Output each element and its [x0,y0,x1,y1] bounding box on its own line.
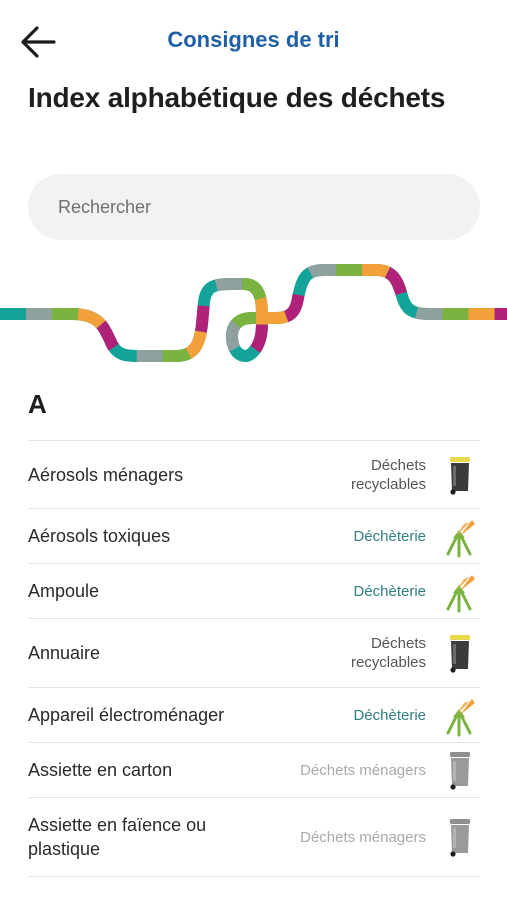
list-item[interactable]: Aérosols ménagers Déchets recyclables [28,441,480,509]
dechetterie-arrows-icon [446,575,475,613]
item-name: Appareil électroménager [28,705,225,725]
list-item[interactable]: Annuaire Déchets recyclables [28,619,480,688]
item-category-line: Déchèterie [353,706,426,724]
item-name: Ampoule [28,581,100,601]
item-category: Déchets recyclables [351,456,426,494]
list-item[interactable]: Ampoule Déchèterie [28,564,480,619]
item-category-line: Déchèterie [353,582,426,600]
item-category-line: recyclables [350,475,426,493]
section-letter: A [28,389,47,419]
search-input[interactable] [56,195,452,219]
item-name: Annuaire [28,643,101,663]
item-category: Déchets ménagers [300,761,426,780]
list-item[interactable]: Assiette en faïence ou plastique Déchets … [28,798,480,877]
item-category-line: recyclables [350,654,426,671]
page-title: Index alphabétique des déchets [28,82,446,113]
item-category: Déchets recyclables [351,634,426,672]
item-category: Déchèterie [353,706,426,725]
grey-bin-icon [450,819,470,857]
item-category-line: Déchets [370,635,426,652]
item-category-line: Déchets [370,456,426,474]
list-item[interactable]: Aérosols toxiques Déchèterie [28,509,480,564]
item-category: Déchets ménagers [300,828,426,847]
list-item[interactable]: Appareil électroménager Déchèterie [28,688,480,743]
item-category: Déchèterie [353,582,426,601]
item-category-line: Déchèterie [353,527,426,545]
yellow-lid-bin-icon [450,635,470,673]
dechetterie-arrows-icon [446,520,475,558]
decorative-wave [0,264,507,363]
grey-bin-icon [450,752,470,790]
top-bar: Consignes de tri [0,0,507,80]
item-category-line: Déchets ménagers [300,761,426,779]
waste-list: Aérosols ménagers Déchets recyclables Aéros… [28,440,480,877]
item-category-line: Déchets ménagers [300,828,426,846]
header-title: Consignes de tri [167,27,340,52]
item-category: Déchèterie [353,527,426,546]
dechetterie-arrows-icon [446,699,475,737]
item-name: Assiette en carton [28,760,173,780]
search-bar[interactable] [28,174,480,240]
item-name: Aérosols toxiques [28,526,171,546]
item-name: Assiette en faïence ou plastique [28,815,207,859]
item-name: Aérosols ménagers [28,464,184,485]
list-item[interactable]: Assiette en carton Déchets ménagers [28,743,480,798]
yellow-lid-bin-icon [450,456,470,495]
